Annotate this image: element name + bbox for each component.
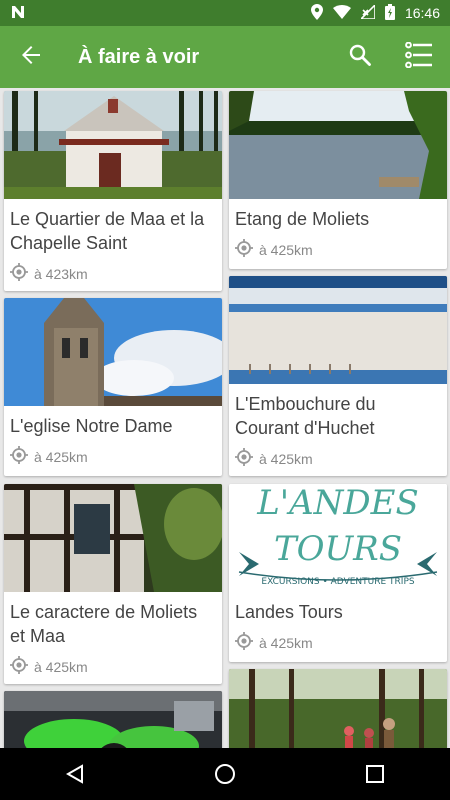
place-card[interactable] — [4, 691, 222, 748]
place-photo — [229, 276, 447, 384]
place-photo — [229, 669, 447, 748]
place-title: Etang de Moliets — [235, 209, 370, 229]
place-title: Landes Tours — [235, 602, 343, 622]
distance-label: à 423km — [34, 265, 88, 282]
place-distance: à 425km — [229, 440, 447, 476]
place-title: Le caractere de Moliets et Maa — [10, 602, 198, 646]
no-signal-icon — [359, 2, 376, 22]
place-distance: à 425km — [4, 438, 222, 475]
place-title: Le Quartier de Maa et la Chapelle Saint — [10, 209, 205, 253]
place-card[interactable]: L'eglise Notre Dame à 425km — [4, 298, 222, 476]
distance-label: à 425km — [34, 658, 88, 675]
place-title: L'Embouchure du Courant d'Huchet — [235, 394, 376, 438]
distance-label: à 425km — [259, 241, 313, 258]
place-distance: à 425km — [229, 624, 447, 661]
distance-label: à 425km — [259, 634, 313, 651]
distance-label: à 425km — [259, 450, 313, 467]
distance-label: à 425km — [34, 448, 88, 465]
logo-line-3: EXCURSIONS • ADVENTURE TRIPS — [261, 577, 414, 587]
wifi-icon — [332, 4, 351, 22]
place-distance: à 425km — [4, 648, 222, 684]
place-photo — [4, 484, 222, 592]
location-target-icon — [10, 656, 28, 677]
place-card[interactable]: Le caractere de Moliets et Maa à 425km — [4, 484, 222, 684]
location-target-icon — [10, 263, 28, 284]
search-icon — [349, 44, 371, 71]
place-card[interactable]: Le Quartier de Maa et la Chapelle Saint … — [4, 91, 222, 291]
location-target-icon — [235, 632, 253, 653]
notification-icon — [10, 5, 26, 22]
place-card[interactable] — [229, 669, 447, 748]
place-card[interactable]: L'ANDES TOURS EXCURSIONS • ADVENTURE TRI… — [229, 484, 447, 662]
location-target-icon — [235, 239, 253, 260]
nav-home-button[interactable] — [195, 748, 255, 800]
location-target-icon — [10, 446, 28, 467]
location-target-icon — [235, 448, 253, 469]
place-photo — [4, 691, 222, 748]
status-bar: 16:46 — [0, 0, 450, 26]
places-grid: Le Quartier de Maa et la Chapelle Saint … — [0, 88, 450, 748]
location-icon — [310, 3, 323, 23]
page-title: À faire à voir — [78, 45, 200, 68]
back-button[interactable] — [0, 26, 62, 88]
place-photo — [4, 91, 222, 199]
place-photo — [229, 91, 447, 199]
place-card[interactable]: Etang de Moliets à 425km — [229, 91, 447, 269]
clock-time: 16:46 — [404, 5, 440, 21]
logo-line-1: L'ANDES — [256, 484, 419, 523]
search-button[interactable] — [332, 26, 388, 88]
place-distance: à 425km — [229, 231, 447, 268]
arrow-back-icon — [21, 45, 41, 70]
place-photo — [4, 298, 222, 406]
battery-icon — [384, 3, 395, 23]
filter-list-button[interactable] — [388, 26, 450, 88]
nav-back-button[interactable] — [45, 748, 105, 800]
place-title: L'eglise Notre Dame — [10, 416, 173, 436]
app-bar: À faire à voir — [0, 26, 450, 88]
logo-line-2: TOURS — [274, 529, 402, 569]
landes-tours-logo: L'ANDES TOURS EXCURSIONS • ADVENTURE TRI… — [229, 484, 447, 592]
place-distance: à 423km — [4, 255, 222, 291]
place-card[interactable]: L'Embouchure du Courant d'Huchet à 425km — [229, 276, 447, 476]
list-filter-icon — [405, 41, 433, 73]
nav-recents-button[interactable] — [345, 748, 405, 800]
system-nav-bar — [0, 748, 450, 800]
